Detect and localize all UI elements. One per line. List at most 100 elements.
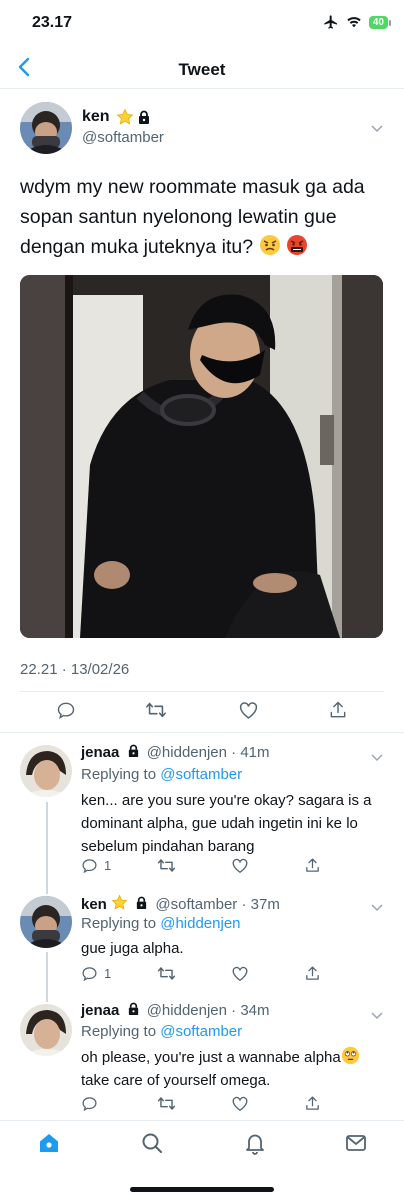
- reply-icon: [57, 702, 75, 719]
- share-icon: [306, 966, 319, 980]
- retweet-icon: [157, 859, 176, 872]
- like-button[interactable]: [238, 700, 259, 720]
- airplane-icon: [324, 15, 337, 29]
- author-badges: [116, 108, 151, 126]
- share-button[interactable]: [328, 700, 348, 720]
- reply-menu-caret[interactable]: [370, 1008, 384, 1026]
- reply-action-bar: 1: [81, 857, 381, 879]
- chevron-down-icon: [371, 904, 383, 912]
- author-name-row: ken: [82, 108, 151, 126]
- home-indicator: [130, 1187, 274, 1192]
- lock-icon: [137, 896, 147, 910]
- star-icon: [116, 108, 134, 125]
- reply-avatar[interactable]: [20, 1004, 72, 1056]
- tab-search[interactable]: [140, 1131, 164, 1160]
- star-icon: [111, 894, 128, 910]
- reply-text-line: oh please, you're just a wannabe alpha: [81, 1049, 341, 1066]
- retweet-icon: [157, 967, 176, 980]
- tweet-menu-caret[interactable]: [370, 121, 384, 139]
- tab-home[interactable]: [37, 1131, 61, 1160]
- author-name[interactable]: ken: [82, 108, 110, 125]
- heart-icon: [232, 966, 248, 982]
- tweet-media-photo[interactable]: [20, 275, 383, 638]
- share-button[interactable]: [304, 857, 321, 874]
- status-time: 23.17: [32, 14, 73, 31]
- reply-text: oh please, you're just a wannabe alpha t…: [81, 1046, 387, 1092]
- reply-author-handle[interactable]: @softamber: [155, 896, 237, 913]
- reply-header: jenaa @hiddenjen · 34m: [81, 1002, 270, 1019]
- reply-author-name[interactable]: jenaa: [81, 1002, 119, 1019]
- reply-menu-caret[interactable]: [370, 750, 384, 768]
- reply-author-name[interactable]: jenaa: [81, 744, 119, 761]
- retweet-button[interactable]: [145, 700, 167, 720]
- heart-icon: [232, 1096, 248, 1112]
- replying-to-label: Replying to: [81, 1023, 157, 1040]
- reply-time: · 37m: [241, 896, 280, 913]
- chevron-down-icon: [371, 125, 383, 133]
- reply-icon: [82, 1097, 97, 1112]
- replying-to-label: Replying to: [81, 766, 157, 783]
- reply-button[interactable]: [81, 1095, 104, 1112]
- cursing-face-icon: [286, 235, 307, 255]
- tweet-text-body: wdym my new roommate masuk ga ada sopan …: [20, 176, 365, 258]
- replying-to-link[interactable]: @softamber: [160, 766, 242, 783]
- like-button[interactable]: [231, 857, 249, 874]
- chevron-down-icon: [371, 754, 383, 762]
- reply-time: · 34m: [231, 1002, 270, 1019]
- reply-button[interactable]: 1: [81, 857, 111, 874]
- reply-menu-caret[interactable]: [370, 900, 384, 918]
- reply-author-handle[interactable]: @hiddenjen: [147, 1002, 227, 1019]
- retweet-button[interactable]: [157, 857, 176, 874]
- chevron-down-icon: [371, 1012, 383, 1020]
- tab-notifications[interactable]: [243, 1131, 267, 1160]
- reply-avatar[interactable]: [20, 896, 72, 948]
- divider: [0, 732, 404, 733]
- replying-to-link[interactable]: @hiddenjen: [160, 915, 240, 932]
- retweet-button[interactable]: [157, 1095, 176, 1112]
- avatar-image: [20, 1004, 72, 1056]
- like-button[interactable]: [231, 965, 249, 982]
- retweet-button[interactable]: [157, 965, 176, 982]
- reply-text: ken... are you sure you're okay? sagara …: [81, 792, 372, 855]
- like-button[interactable]: [231, 1095, 249, 1112]
- reply-time: · 41m: [231, 744, 270, 761]
- tweet-text: wdym my new roommate masuk ga ada sopan …: [20, 172, 382, 262]
- share-icon: [330, 701, 346, 718]
- reply-count: 1: [104, 858, 112, 873]
- wifi-icon: [347, 17, 361, 28]
- reply-button[interactable]: 1: [81, 965, 111, 982]
- share-button[interactable]: [304, 1095, 321, 1112]
- share-button[interactable]: [304, 965, 321, 982]
- top-navigation: Tweet: [0, 48, 404, 89]
- share-icon: [306, 1096, 319, 1110]
- heart-icon: [232, 858, 248, 874]
- reply-button[interactable]: [56, 700, 76, 720]
- photo-image: [20, 275, 383, 638]
- thread-connector: [46, 952, 48, 1002]
- search-icon: [142, 1133, 162, 1153]
- tab-messages[interactable]: [344, 1131, 368, 1160]
- status-bar: 23.17 40: [0, 0, 404, 48]
- tweet-action-bar: [20, 700, 384, 726]
- home-icon: [40, 1134, 58, 1152]
- replying-to-link[interactable]: @softamber: [160, 1023, 242, 1040]
- reply-count: 1: [104, 966, 112, 981]
- reply-author-name[interactable]: ken: [81, 896, 107, 913]
- author-handle[interactable]: @softamber: [82, 129, 164, 146]
- bell-icon: [246, 1134, 264, 1155]
- reply-text-line: take care of yourself omega.: [81, 1072, 271, 1089]
- battery-indicator: 40: [368, 15, 392, 29]
- avatar-image: [20, 896, 72, 948]
- lock-icon: [128, 1002, 138, 1016]
- lock-icon: [128, 744, 138, 758]
- author-avatar[interactable]: [20, 102, 72, 154]
- reply-author-handle[interactable]: @hiddenjen: [147, 744, 227, 761]
- status-icons: 40: [323, 14, 392, 30]
- heart-icon: [239, 702, 258, 719]
- lock-icon: [139, 110, 150, 124]
- divider: [20, 691, 384, 692]
- reply-icon: [82, 967, 97, 982]
- reply-header: jenaa @hiddenjen · 41m: [81, 744, 270, 761]
- reply-avatar[interactable]: [20, 745, 72, 797]
- tweet-timestamp: 22.21 · 13/02/26: [20, 661, 130, 678]
